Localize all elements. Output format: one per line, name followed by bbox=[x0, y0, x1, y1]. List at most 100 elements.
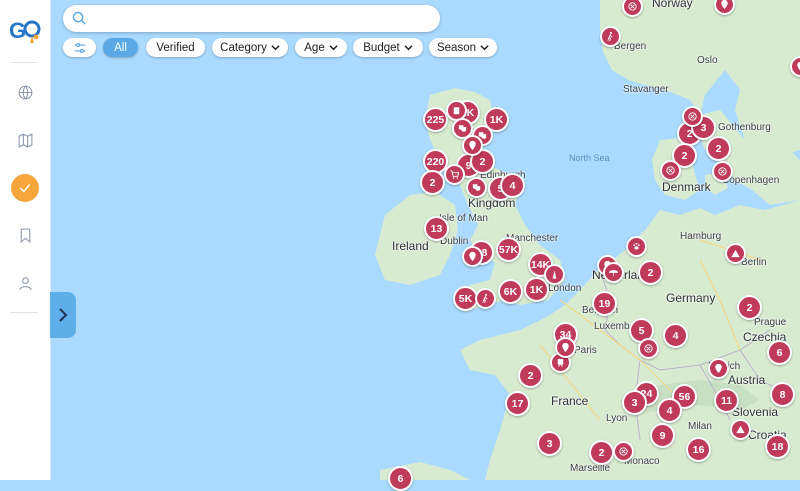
chevron-down-icon bbox=[329, 45, 338, 51]
cluster-marker[interactable]: 2 bbox=[518, 363, 543, 388]
map-label-paris: Paris bbox=[574, 345, 597, 356]
restricted-marker[interactable] bbox=[660, 160, 681, 181]
location-pin-icon bbox=[797, 61, 800, 71]
chevron-down-icon bbox=[404, 45, 413, 51]
cluster-marker[interactable]: 18 bbox=[765, 434, 790, 459]
search-input[interactable] bbox=[97, 5, 431, 34]
shopping-marker[interactable] bbox=[444, 164, 465, 185]
camping-marker[interactable] bbox=[730, 419, 751, 440]
map-label-prague: Prague bbox=[754, 317, 787, 328]
cluster-marker[interactable]: 17 bbox=[505, 391, 530, 416]
hiking-marker[interactable] bbox=[600, 26, 621, 47]
filter-all-chip[interactable]: All bbox=[103, 38, 138, 57]
attraction-marker[interactable] bbox=[603, 262, 624, 283]
theater-icon bbox=[472, 184, 481, 191]
cluster-marker[interactable]: 2 bbox=[589, 440, 614, 465]
location-pin-icon bbox=[715, 363, 722, 374]
restricted-marker[interactable] bbox=[682, 106, 703, 127]
filter-budget-label: Budget bbox=[363, 41, 400, 54]
tent-icon bbox=[731, 249, 740, 258]
map-label-hamburg: Hamburg bbox=[680, 231, 722, 242]
sidebar-item-checklist[interactable] bbox=[11, 174, 39, 202]
location-pin-icon bbox=[562, 342, 569, 353]
restricted-marker[interactable] bbox=[638, 338, 659, 359]
umbrella-icon bbox=[609, 270, 618, 277]
map-label-slovenia: Slovenia bbox=[732, 405, 779, 419]
sliders-icon bbox=[74, 42, 85, 53]
cluster-marker[interactable]: 6 bbox=[388, 466, 413, 491]
train-icon bbox=[557, 358, 564, 367]
map-label-oslo: Oslo bbox=[697, 55, 718, 66]
hiking-marker[interactable] bbox=[475, 288, 496, 309]
sidebar-item-saved[interactable] bbox=[13, 223, 37, 247]
paw-icon bbox=[633, 242, 640, 250]
logo-letter: G bbox=[9, 18, 26, 43]
sidebar-divider bbox=[10, 62, 38, 63]
cluster-marker[interactable]: 2 bbox=[420, 170, 445, 195]
cluster-marker[interactable]: 2 bbox=[737, 295, 762, 320]
cluster-marker[interactable]: 3 bbox=[537, 431, 562, 456]
map-icon bbox=[18, 132, 32, 148]
cluster-marker[interactable]: 9 bbox=[650, 423, 675, 448]
filter-age-dropdown[interactable]: Age bbox=[295, 38, 347, 57]
filter-budget-dropdown[interactable]: Budget bbox=[353, 38, 423, 57]
filter-verified-chip[interactable]: Verified bbox=[146, 38, 205, 57]
map-label-ireland: Ireland bbox=[392, 239, 429, 253]
filter-verified-label: Verified bbox=[156, 41, 195, 54]
filter-category-label: Category bbox=[220, 41, 267, 54]
sidebar-item-globe[interactable] bbox=[13, 80, 37, 104]
cluster-marker[interactable]: 57K bbox=[496, 237, 521, 262]
cluster-marker[interactable]: 8 bbox=[770, 382, 795, 407]
restricted-marker[interactable] bbox=[613, 441, 634, 462]
animal-marker[interactable] bbox=[626, 236, 647, 257]
cross-circle-icon bbox=[666, 166, 675, 175]
pin-marker[interactable] bbox=[462, 135, 483, 156]
filter-settings-button[interactable] bbox=[63, 38, 96, 57]
theater-icon bbox=[458, 125, 467, 132]
cluster-marker[interactable]: 225 bbox=[423, 107, 448, 132]
camping-marker[interactable] bbox=[725, 243, 746, 264]
map-label-berlin: Berlin bbox=[741, 257, 767, 268]
cluster-marker[interactable]: 4 bbox=[663, 323, 688, 348]
cluster-marker[interactable]: 13 bbox=[424, 216, 449, 241]
go-logo[interactable]: G bbox=[6, 12, 46, 46]
map-label-austria: Austria bbox=[728, 373, 766, 387]
cluster-marker[interactable]: 19 bbox=[592, 291, 617, 316]
cluster-marker[interactable]: 4 bbox=[657, 398, 682, 423]
expand-panel-button[interactable] bbox=[50, 292, 76, 338]
sidebar: G bbox=[0, 0, 51, 480]
filter-category-dropdown[interactable]: Category bbox=[212, 38, 288, 57]
cart-icon bbox=[450, 170, 460, 179]
cluster-marker[interactable]: 11 bbox=[714, 388, 739, 413]
pin-marker[interactable] bbox=[462, 246, 483, 267]
pin-marker[interactable] bbox=[708, 358, 729, 379]
cluster-marker[interactable]: 16 bbox=[686, 437, 711, 462]
cross-circle-icon bbox=[628, 2, 637, 11]
cluster-marker[interactable]: 2 bbox=[638, 260, 663, 285]
chevron-right-icon bbox=[59, 308, 68, 322]
map-label-germany: Germany bbox=[666, 291, 716, 305]
cross-circle-icon bbox=[688, 112, 697, 121]
cross-circle-icon bbox=[644, 344, 653, 353]
sidebar-item-map[interactable] bbox=[13, 128, 37, 152]
landmark-marker[interactable] bbox=[544, 264, 565, 285]
location-pin-icon bbox=[721, 0, 728, 10]
filter-age-label: Age bbox=[304, 41, 325, 54]
cross-circle-icon bbox=[619, 447, 628, 456]
restricted-marker[interactable] bbox=[712, 161, 733, 182]
cluster-marker[interactable]: 2 bbox=[706, 136, 731, 161]
cluster-marker[interactable]: 4 bbox=[500, 173, 525, 198]
filter-season-label: Season bbox=[436, 41, 476, 54]
filter-season-dropdown[interactable]: Season bbox=[429, 38, 497, 57]
cluster-marker[interactable]: 6K bbox=[498, 279, 523, 304]
cluster-marker[interactable]: 3 bbox=[622, 390, 647, 415]
cluster-marker[interactable]: 6 bbox=[767, 340, 792, 365]
hiking-icon bbox=[607, 31, 613, 42]
pin-marker[interactable] bbox=[555, 337, 576, 358]
map-label-gothenburg: Gothenburg bbox=[718, 122, 771, 133]
sidebar-item-profile[interactable] bbox=[13, 271, 37, 295]
map-label-north-sea: North Sea bbox=[569, 153, 610, 163]
culture-marker[interactable] bbox=[466, 177, 487, 198]
search-bar[interactable] bbox=[63, 5, 440, 34]
sidebar-divider bbox=[10, 312, 38, 313]
